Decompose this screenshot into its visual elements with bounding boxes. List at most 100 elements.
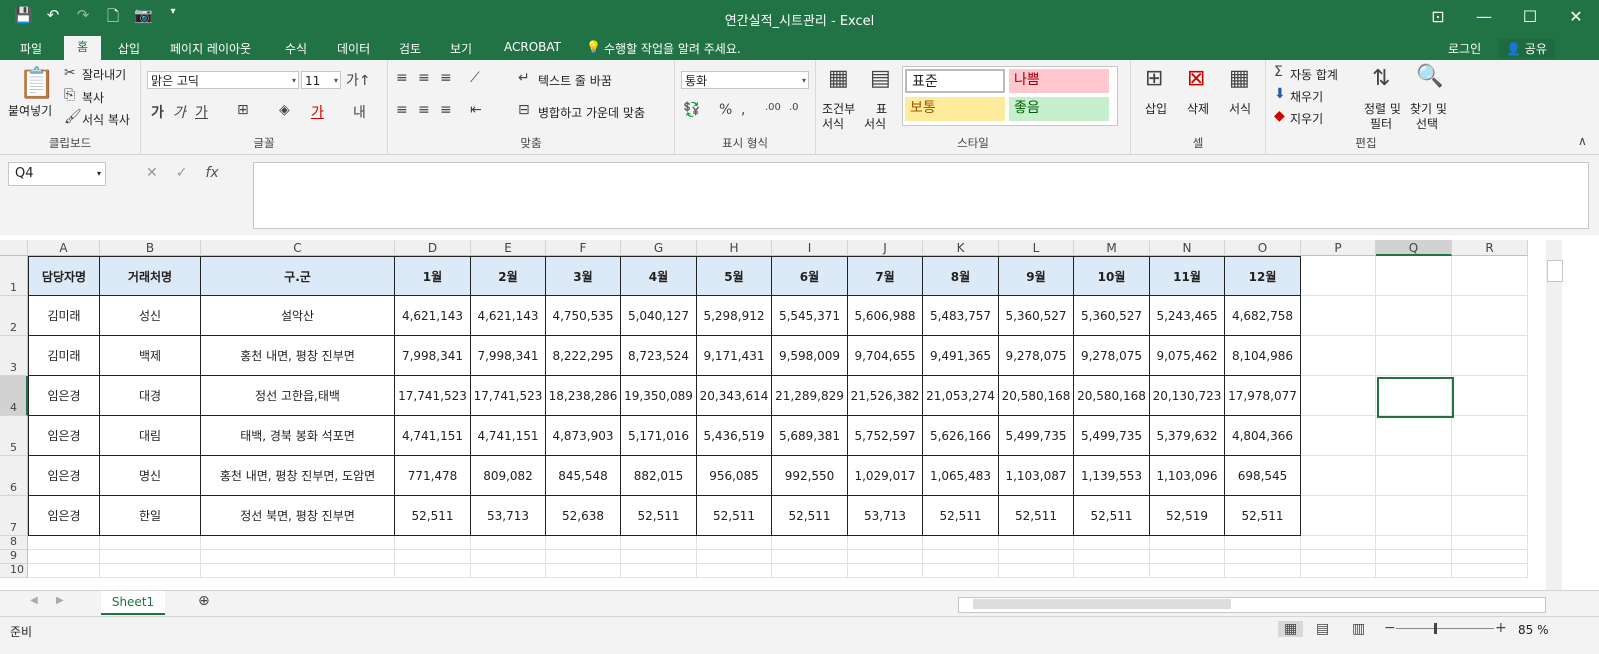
column-header-k[interactable]: K <box>923 240 999 256</box>
tab-home[interactable]: 홈 <box>64 36 102 60</box>
table-cell[interactable]: 임은경 <box>28 456 100 496</box>
table-cell[interactable]: 20,580,168 <box>1074 376 1150 416</box>
align-middle-icon[interactable]: ≡ <box>418 70 430 86</box>
vertical-scroll-thumb[interactable] <box>1547 260 1563 282</box>
autosum-icon[interactable]: Σ <box>1274 64 1283 80</box>
sort-filter-icon[interactable]: ⇅ <box>1372 66 1390 91</box>
bold-icon[interactable]: 가 <box>151 102 164 122</box>
empty-cell[interactable] <box>100 536 201 550</box>
font-name-select[interactable]: 맑은 고딕 ▾ <box>147 71 299 89</box>
row-header-4[interactable]: 4 <box>0 376 28 416</box>
empty-cell[interactable] <box>923 550 999 564</box>
empty-cell[interactable] <box>848 564 923 578</box>
table-cell[interactable]: 4,804,366 <box>1225 416 1301 456</box>
table-cell[interactable]: 4,621,143 <box>395 296 471 336</box>
column-header-f[interactable]: F <box>546 240 621 256</box>
cut-button[interactable]: 잘라내기 <box>82 66 126 83</box>
table-cell[interactable]: 5,499,735 <box>999 416 1074 456</box>
row-header-7[interactable]: 7 <box>0 496 28 536</box>
tab-data[interactable]: 데이터 <box>333 39 374 58</box>
table-header-cell[interactable]: 7월 <box>848 256 923 296</box>
table-cell[interactable]: 9,075,462 <box>1150 336 1225 376</box>
copy-icon[interactable]: ⎘ <box>64 87 75 103</box>
table-cell[interactable]: 5,436,519 <box>697 416 772 456</box>
table-header-cell[interactable]: 구.군 <box>201 256 395 296</box>
underline-icon[interactable]: 가 <box>195 102 208 122</box>
tab-formulas[interactable]: 수식 <box>281 39 311 58</box>
empty-cell[interactable] <box>201 536 395 550</box>
table-cell[interactable]: 9,171,431 <box>697 336 772 376</box>
borders-icon[interactable]: ⊞ <box>237 102 249 118</box>
table-cell[interactable]: 52,511 <box>1225 496 1301 536</box>
empty-cell[interactable] <box>201 550 395 564</box>
empty-cell[interactable] <box>471 564 546 578</box>
empty-cell[interactable] <box>1225 550 1301 564</box>
table-cell[interactable]: 1,065,483 <box>923 456 999 496</box>
row-header-9[interactable]: 9 <box>0 549 28 564</box>
table-cell[interactable]: 4,621,143 <box>471 296 546 336</box>
number-format-select[interactable]: 통화 ▾ <box>681 71 809 89</box>
table-header-cell[interactable]: 8월 <box>923 256 999 296</box>
column-header-c[interactable]: C <box>201 240 395 256</box>
table-cell[interactable]: 4,873,903 <box>546 416 621 456</box>
empty-cell[interactable] <box>1301 536 1376 550</box>
column-header-n[interactable]: N <box>1150 240 1225 256</box>
table-cell[interactable]: 771,478 <box>395 456 471 496</box>
column-header-j[interactable]: J <box>848 240 923 256</box>
column-header-o[interactable]: O <box>1225 240 1301 256</box>
empty-cell[interactable] <box>1452 456 1528 496</box>
table-cell[interactable]: 7,998,341 <box>395 336 471 376</box>
table-cell[interactable]: 8,104,986 <box>1225 336 1301 376</box>
table-cell[interactable]: 21,289,829 <box>772 376 848 416</box>
paste-icon[interactable]: 📋 <box>18 66 55 101</box>
table-cell[interactable]: 임은경 <box>28 376 100 416</box>
minimize-button[interactable]: — <box>1461 0 1507 34</box>
table-cell[interactable]: 5,499,735 <box>1074 416 1150 456</box>
empty-cell[interactable] <box>1150 536 1225 550</box>
zoom-level[interactable]: 85 % <box>1518 623 1549 637</box>
empty-cell[interactable] <box>1225 564 1301 578</box>
table-header-cell[interactable]: 3월 <box>546 256 621 296</box>
active-cell[interactable] <box>1377 377 1454 418</box>
table-cell[interactable]: 52,511 <box>999 496 1074 536</box>
clear-button[interactable]: 지우기 <box>1290 110 1323 127</box>
empty-cell[interactable] <box>1452 550 1528 564</box>
table-cell[interactable]: 5,752,597 <box>848 416 923 456</box>
increase-decimal-icon[interactable]: .00 <box>765 102 781 113</box>
table-cell[interactable]: 5,298,912 <box>697 296 772 336</box>
table-cell[interactable]: 백제 <box>100 336 201 376</box>
font-size-select[interactable]: 11 ▾ <box>301 71 341 89</box>
fill-button[interactable]: 채우기 <box>1290 88 1323 105</box>
format-cells-button[interactable]: 서식 <box>1229 100 1251 117</box>
empty-cell[interactable] <box>621 536 697 550</box>
column-header-l[interactable]: L <box>999 240 1074 256</box>
empty-cell[interactable] <box>1376 456 1452 496</box>
column-header-a[interactable]: A <box>28 240 100 256</box>
column-header-h[interactable]: H <box>697 240 772 256</box>
table-cell[interactable]: 5,379,632 <box>1150 416 1225 456</box>
column-header-q[interactable]: Q <box>1376 240 1452 256</box>
column-header-d[interactable]: D <box>395 240 471 256</box>
empty-cell[interactable] <box>1452 376 1528 416</box>
zoom-out-icon[interactable]: − <box>1384 620 1396 636</box>
format-painter-icon[interactable]: 🖌 <box>64 109 82 125</box>
table-header-cell[interactable]: 1월 <box>395 256 471 296</box>
row-header-5[interactable]: 5 <box>0 416 28 456</box>
table-cell[interactable]: 9,278,075 <box>999 336 1074 376</box>
empty-cell[interactable] <box>1301 336 1376 376</box>
empty-cell[interactable] <box>100 564 201 578</box>
zoom-slider-thumb[interactable] <box>1434 623 1437 634</box>
empty-cell[interactable] <box>100 550 201 564</box>
maximize-button[interactable]: ☐ <box>1507 0 1553 34</box>
table-cell[interactable]: 한일 <box>100 496 201 536</box>
scissors-icon[interactable]: ✂ <box>64 65 76 81</box>
clear-icon[interactable]: ◆ <box>1274 108 1285 124</box>
table-cell[interactable]: 1,103,096 <box>1150 456 1225 496</box>
table-cell[interactable]: 956,085 <box>697 456 772 496</box>
row-header-3[interactable]: 3 <box>0 336 28 376</box>
table-cell[interactable]: 53,713 <box>471 496 546 536</box>
align-center-icon[interactable]: ≡ <box>418 102 430 118</box>
formula-input[interactable] <box>253 162 1589 229</box>
scroll-left-icon[interactable]: ◀ <box>30 595 38 606</box>
align-top-icon[interactable]: ≡ <box>396 70 408 86</box>
